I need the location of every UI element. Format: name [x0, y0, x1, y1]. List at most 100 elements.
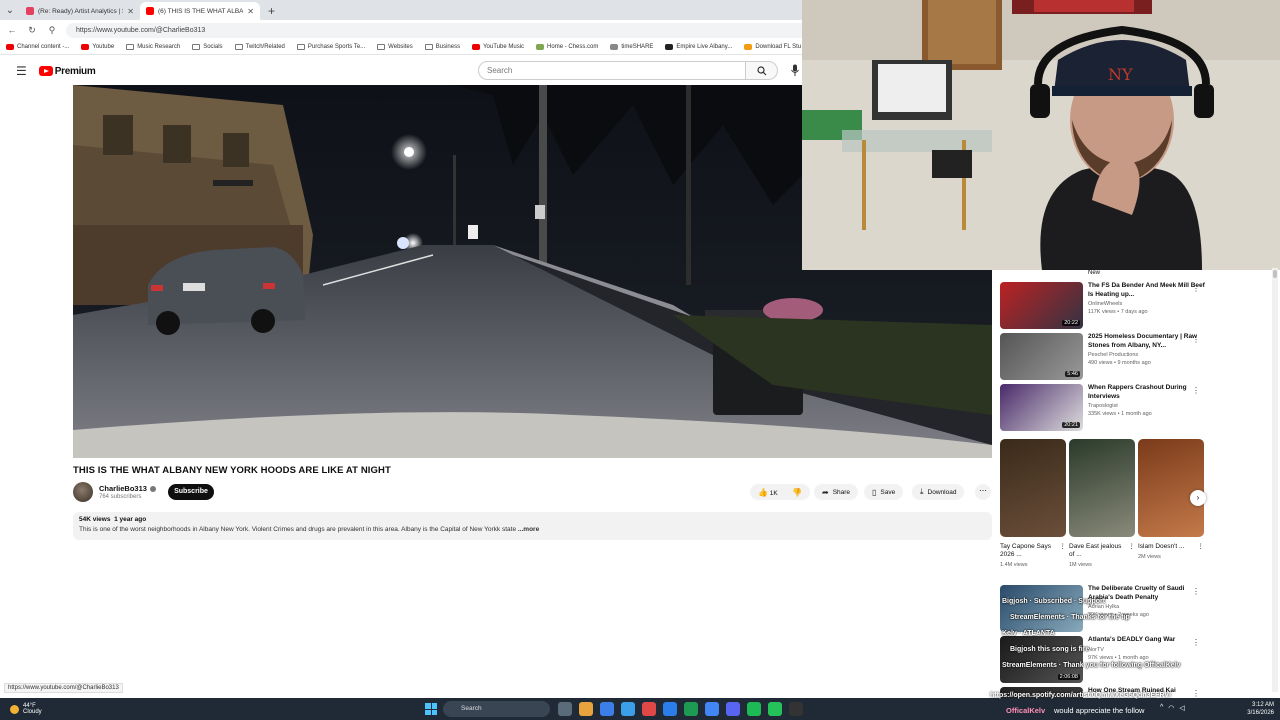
short-card[interactable]: Dave East jealous of ... ⋮ 1M views [1069, 439, 1135, 568]
taskbar-search[interactable]: Search [443, 701, 550, 717]
bookmark-item[interactable]: Websites [377, 44, 413, 50]
channel-name[interactable]: Traposlogist [1088, 403, 1210, 409]
taskbar-app-icon[interactable] [621, 702, 635, 716]
tab-close-icon[interactable]: ✕ [247, 7, 254, 16]
tab-close-icon[interactable]: ✕ [127, 7, 134, 16]
video-thumbnail[interactable]: 5:46 [1000, 333, 1083, 380]
taskbar-app-icon[interactable] [642, 702, 656, 716]
video-duration: 2:06:08 [1057, 674, 1080, 680]
more-options-icon[interactable]: ⋮ [1192, 335, 1200, 344]
bookmark-item[interactable]: timeSHARE [610, 44, 653, 50]
sidebar-scrollbar[interactable] [1272, 268, 1278, 692]
like-button[interactable]: 👍 1K [758, 488, 778, 497]
description-more-link[interactable]: ...more [518, 526, 539, 533]
more-options-icon[interactable]: ⋮ [1129, 543, 1136, 559]
bookmark-item[interactable]: Purchase Sports Te... [296, 44, 365, 50]
short-title[interactable]: Islam Doesn't ... [1138, 543, 1184, 551]
save-button[interactable]: ▯ Save [864, 484, 904, 500]
bookmark-favicon-icon [81, 44, 90, 50]
video-thumbnail[interactable]: 20:21 [1000, 384, 1083, 431]
clock[interactable]: 3:12 AM 3/16/2026 [1238, 701, 1274, 717]
volume-icon[interactable]: ◁ [1179, 704, 1184, 712]
chevron-up-icon[interactable]: ^ [1160, 704, 1163, 712]
short-title-row: Dave East jealous of ... ⋮ [1069, 543, 1135, 559]
microphone-icon[interactable] [790, 64, 800, 77]
subscribe-button[interactable]: Subscribe [168, 484, 214, 500]
bookmark-item[interactable]: Business [424, 44, 460, 50]
shorts-next-icon[interactable]: › [1190, 490, 1206, 506]
shorts-shelf: Tay Capone Says 2026 ... ⋮ 1.4M views Dave … [1000, 439, 1204, 568]
short-card[interactable]: Tay Capone Says 2026 ... ⋮ 1.4M views [1000, 439, 1066, 568]
video-duration: 5:46 [1065, 371, 1080, 377]
bookmark-item[interactable]: Download FL Stu [744, 44, 801, 50]
taskbar-app-icon[interactable] [684, 702, 698, 716]
taskbar-app-icon[interactable] [600, 702, 614, 716]
more-options-icon[interactable]: ⋮ [1192, 386, 1200, 395]
new-tab-icon[interactable]: + [260, 2, 283, 20]
reload-icon[interactable]: ↻ [26, 25, 38, 36]
bookmark-item[interactable]: Channel content -... [6, 44, 69, 50]
share-button[interactable]: ➦ Share [814, 484, 859, 500]
taskbar-app-icon[interactable] [768, 702, 782, 716]
recommended-video[interactable]: 20:22 The FS Da Bender And Meek Mill Beef… [1000, 282, 1210, 329]
more-options-icon[interactable]: ⋮ [1192, 284, 1200, 293]
download-button[interactable]: ⤓ Download [912, 484, 965, 500]
search-input[interactable]: Search [478, 61, 746, 80]
wifi-icon[interactable]: ◠ [1168, 704, 1174, 712]
bookmark-item[interactable]: Empire Live Albany... [665, 44, 732, 50]
taskbar-app-icon[interactable] [558, 702, 572, 716]
site-info-icon[interactable]: ⚲ [46, 25, 58, 36]
short-title[interactable]: Dave East jealous of ... [1069, 543, 1129, 559]
bookmark-item[interactable]: Home - Chess.com [536, 44, 598, 50]
video-thumbnail[interactable] [1000, 585, 1083, 632]
scrollbar-thumb[interactable] [1273, 270, 1277, 278]
start-button-icon[interactable] [425, 703, 437, 715]
bookmark-item[interactable]: Music Research [126, 44, 180, 50]
more-options-icon[interactable]: ⋮ [1192, 587, 1200, 596]
back-icon[interactable]: ← [6, 25, 18, 35]
description-box[interactable]: 54K views 1 year ago This is one of the … [73, 512, 992, 540]
channel-name[interactable]: Peschel Productions [1088, 352, 1210, 358]
taskbar-app-icon[interactable] [663, 702, 677, 716]
more-actions-icon[interactable]: ⋯ [975, 484, 991, 500]
short-thumbnail[interactable] [1138, 439, 1204, 537]
video-thumbnail[interactable]: 2:06:08 [1000, 636, 1083, 683]
url-field[interactable]: https://www.youtube.com/@CharlieBo313 [66, 22, 826, 38]
youtube-logo[interactable]: Premium [38, 66, 96, 77]
channel-avatar[interactable] [73, 482, 93, 502]
video-thumbnail[interactable]: 20:22 [1000, 282, 1083, 329]
taskbar-app-icon[interactable] [747, 702, 761, 716]
more-options-icon[interactable]: ⋮ [1060, 543, 1067, 559]
bookmark-item[interactable]: Twitch/Related [234, 44, 285, 50]
channel-name-link[interactable]: CharlieBo313 [99, 484, 156, 493]
tab-search-icon[interactable]: ⌄ [0, 0, 20, 20]
taskbar-app-icon[interactable] [579, 702, 593, 716]
taskbar-app-icon[interactable] [726, 702, 740, 716]
recommended-video[interactable]: 5:46 2025 Homeless Documentary | Raw Ston… [1000, 333, 1210, 380]
more-options-icon[interactable]: ⋮ [1198, 543, 1205, 551]
browser-tab[interactable]: (Re: Ready) Artist Analytics | Song ✕ [20, 2, 140, 20]
like-dislike-group: 👍 1K 👎 [750, 484, 810, 500]
more-options-icon[interactable]: ⋮ [1192, 638, 1200, 647]
recommended-video[interactable]: 20:21 When Rappers Crashout During Interv… [1000, 384, 1210, 431]
recommended-video[interactable]: 2:06:08 Atlanta's DEADLY Gang War NorTV 97K… [1000, 636, 1210, 683]
weather-widget[interactable]: 44°F Cloudy [10, 703, 42, 715]
channel-name[interactable]: Adrian Hylka [1088, 604, 1210, 610]
recommended-video[interactable]: The Deliberate Cruelty of Saudi Arabia's… [1000, 585, 1210, 632]
thumbs-down-icon[interactable]: 👎 [792, 488, 802, 497]
bookmark-item[interactable]: Youtube [81, 44, 114, 50]
taskbar-app-icon[interactable] [705, 702, 719, 716]
short-thumbnail[interactable] [1000, 439, 1066, 537]
search-button[interactable] [746, 61, 778, 80]
menu-icon[interactable]: ☰ [16, 64, 27, 78]
short-title[interactable]: Tay Capone Says 2026 ... [1000, 543, 1060, 559]
channel-name[interactable]: OnlineWheels [1088, 301, 1210, 307]
taskbar-app-icon[interactable] [789, 702, 803, 716]
browser-tab-active[interactable]: (6) THIS IS THE WHAT ALBANY ✕ [140, 2, 260, 20]
bookmark-item[interactable]: Socials [192, 44, 223, 50]
more-options-icon[interactable]: ⋮ [1192, 689, 1200, 698]
short-thumbnail[interactable] [1069, 439, 1135, 537]
bookmark-item[interactable]: YouTube Music [472, 44, 524, 50]
channel-name[interactable]: NorTV [1088, 647, 1210, 653]
bookmark-favicon-icon [536, 44, 545, 50]
